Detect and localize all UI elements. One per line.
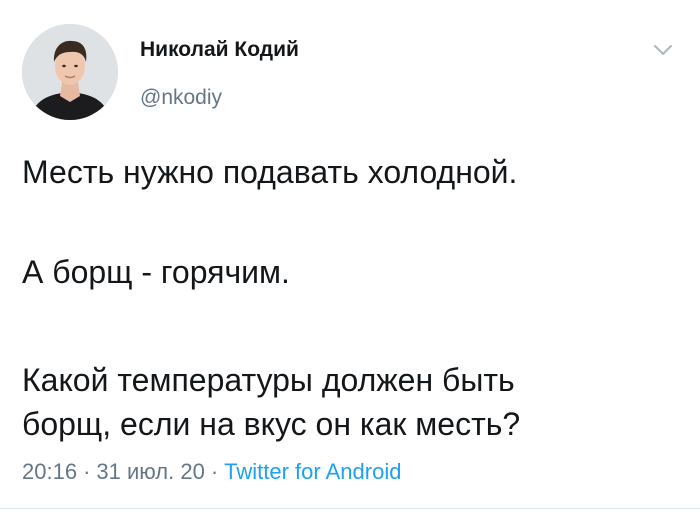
- meta-separator: ·: [210, 459, 219, 484]
- tweet-text-line: А борщ - горячим.: [22, 254, 290, 290]
- tweet-text-line: Какой температуры должен быть: [22, 362, 515, 398]
- author-display-name[interactable]: Николай Кодий: [140, 38, 299, 62]
- tweet-source-link[interactable]: Twitter for Android: [224, 459, 401, 484]
- divider: [0, 508, 700, 509]
- tweet-date[interactable]: 31 июл. 20: [96, 459, 204, 484]
- tweet-time[interactable]: 20:16: [22, 459, 77, 484]
- chevron-down-icon[interactable]: [652, 42, 674, 58]
- meta-separator: ·: [83, 459, 91, 484]
- avatar-image: [22, 24, 118, 120]
- tweet-card: Николай Кодий @nkodiy Месть нужно подава…: [0, 0, 700, 522]
- tweet-text-line: Месть нужно подавать холодной.: [22, 154, 518, 190]
- tweet-text-line: борщ, если на вкус он как месть?: [22, 406, 521, 442]
- avatar[interactable]: [22, 24, 118, 120]
- author-handle[interactable]: @nkodiy: [140, 86, 222, 110]
- tweet-meta: 20:16 · 31 июл. 20 · Twitter for Android: [22, 458, 401, 486]
